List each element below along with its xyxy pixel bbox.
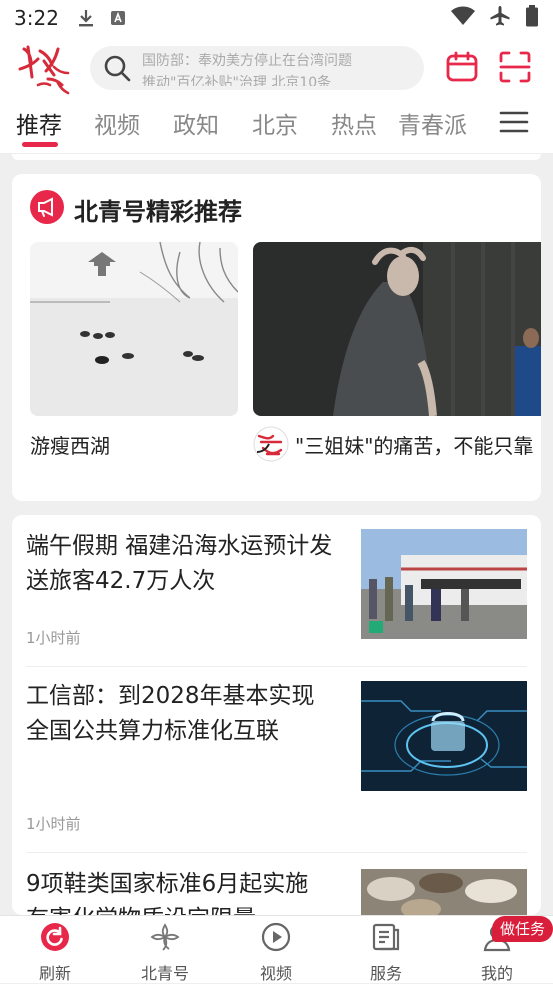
news-time: 1小时前 [26, 815, 81, 833]
nav-video[interactable]: 视频 [221, 916, 331, 984]
download-icon [77, 9, 95, 27]
recommend-caption-1[interactable]: 游瘦西湖 [30, 430, 110, 459]
wifi-icon [451, 6, 475, 30]
tab-video[interactable]: 视频 [94, 106, 140, 140]
news-thumbnail[interactable] [361, 529, 527, 639]
news-item[interactable]: 9项鞋类国家标准6月起实施 有害化学物质设定限量 [12, 853, 541, 915]
nav-label: 视频 [259, 964, 292, 983]
tab-politics[interactable]: 政知 [173, 106, 219, 140]
category-tabs: 推荐 视频 政知 北京 热点 青春派 [0, 98, 553, 154]
flower-icon [150, 922, 180, 952]
news-title[interactable]: 9项鞋类国家标准6月起实施 有害化学物质设定限量 [26, 867, 336, 915]
scan-button[interactable] [497, 49, 533, 85]
search-icon [102, 53, 132, 83]
news-item[interactable]: 工信部：到2028年基本实现全国公共算力标准化互联 1小时前 [12, 667, 541, 853]
nav-label: 服务 [369, 964, 402, 983]
tab-hot[interactable]: 热点 [331, 106, 377, 140]
news-thumbnail[interactable] [361, 869, 527, 915]
status-bar: 3:22 [0, 0, 553, 36]
news-title[interactable]: 工信部：到2028年基本实现全国公共算力标准化互联 [26, 679, 336, 749]
active-tab-indicator [22, 142, 58, 147]
task-badge[interactable]: 做任务 [492, 916, 553, 942]
megaphone-icon [30, 190, 64, 224]
battery-icon [525, 5, 539, 31]
recommend-image-theatre[interactable] [253, 242, 541, 416]
recommend-image-lake[interactable] [30, 242, 238, 416]
nav-label: 北青号 [140, 964, 189, 983]
menu-icon[interactable] [499, 110, 529, 134]
news-time: 1小时前 [26, 629, 81, 647]
recommend-caption-2[interactable]: "三姐妹"的痛苦，不能只靠 [295, 430, 533, 459]
news-item[interactable]: 端午假期 福建沿海水运预计发送旅客42.7万人次 1小时前 [12, 515, 541, 667]
service-icon [371, 922, 401, 952]
news-thumbnail[interactable] [361, 681, 527, 791]
refresh-icon [40, 922, 70, 952]
nav-label: 我的 [480, 964, 513, 983]
bottom-navigation: 刷新 北青号 视频 服务 我的 [0, 915, 553, 983]
search-ticker-line-2: 推动"百亿补贴"治理 北京10条 [142, 75, 332, 86]
search-bar[interactable]: 国防部：奉劝美方停止在台湾问题 推动"百亿补贴"治理 北京10条 [90, 46, 424, 90]
recommend-title: 北青号精彩推荐 [74, 198, 242, 226]
airplane-icon [489, 5, 511, 31]
search-ticker-line-1: 国防部：奉劝美方停止在台湾问题 [142, 53, 352, 69]
nav-label: 刷新 [38, 964, 71, 983]
news-list: 端午假期 福建沿海水运预计发送旅客42.7万人次 1小时前 工信部：到2028年… [12, 515, 541, 915]
nav-beiqing-hao[interactable]: 北青号 [110, 916, 220, 984]
app-logo [18, 39, 74, 95]
author-avatar[interactable] [253, 426, 289, 462]
app-header: 国防部：奉劝美方停止在台湾问题 推动"百亿补贴"治理 北京10条 [0, 36, 553, 98]
search-ticker: 国防部：奉劝美方停止在台湾问题 推动"百亿补贴"治理 北京10条 [142, 50, 352, 86]
news-title[interactable]: 端午假期 福建沿海水运预计发送旅客42.7万人次 [26, 529, 336, 599]
recommend-card: 北青号精彩推荐 游瘦西湖 "三姐妹"的痛苦，不能只靠 [12, 174, 541, 501]
calendar-button[interactable] [444, 49, 480, 85]
status-time: 3:22 [14, 6, 59, 30]
previous-card-edge [12, 154, 541, 160]
tab-recommend[interactable]: 推荐 [16, 106, 62, 140]
app-notification-icon [109, 9, 127, 27]
play-icon [261, 922, 291, 952]
tab-youth[interactable]: 青春派 [398, 106, 467, 140]
nav-service[interactable]: 服务 [331, 916, 441, 984]
nav-refresh[interactable]: 刷新 [0, 916, 110, 984]
tab-beijing[interactable]: 北京 [252, 106, 298, 140]
